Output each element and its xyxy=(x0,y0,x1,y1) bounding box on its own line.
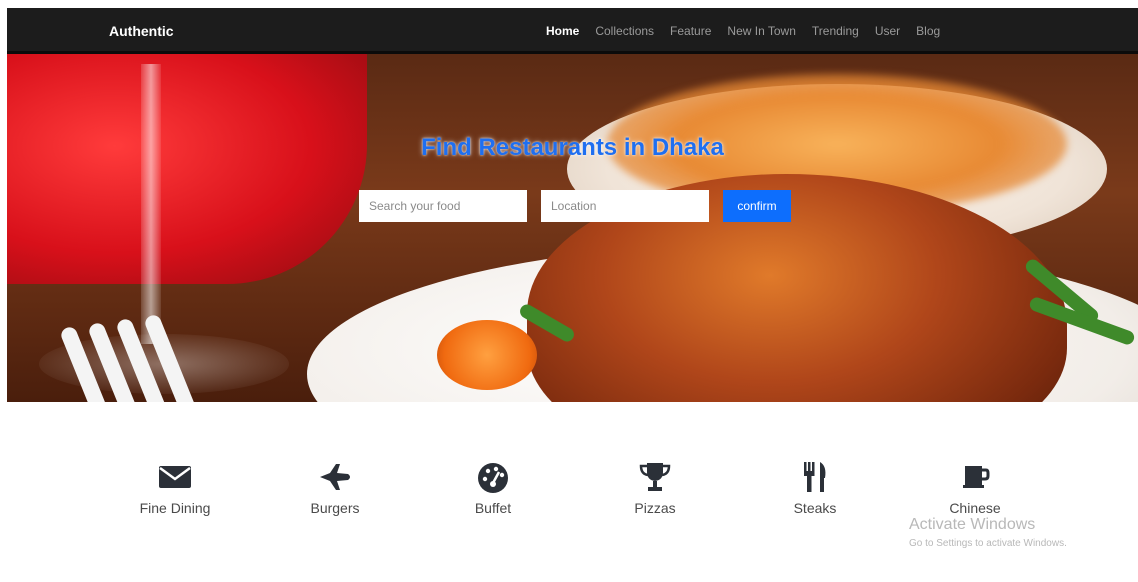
location-input[interactable] xyxy=(541,190,709,222)
hero-carrot-decor xyxy=(437,320,537,390)
nav-link-collections[interactable]: Collections xyxy=(587,8,662,54)
nav-link-home[interactable]: Home xyxy=(538,8,587,54)
category-list: Fine Dining Burgers Buffet Pizzas Steaks… xyxy=(0,402,1138,582)
plane-icon xyxy=(320,464,350,490)
category-label: Fine Dining xyxy=(139,500,211,516)
nav-links: Home Collections Feature New In Town Tre… xyxy=(538,8,948,54)
category-fine-dining[interactable]: Fine Dining xyxy=(120,458,230,516)
nav-link-feature[interactable]: Feature xyxy=(662,8,719,54)
trophy-icon xyxy=(639,463,671,491)
hero-banner: Find Restaurants in Dhaka confirm xyxy=(7,54,1138,402)
category-label: Buffet xyxy=(474,500,512,516)
navbar: Authentic Home Collections Feature New I… xyxy=(7,8,1138,54)
top-strip xyxy=(0,0,1138,8)
hero-title: Find Restaurants in Dhaka xyxy=(421,134,724,161)
utensils-icon xyxy=(804,462,826,492)
dashboard-icon xyxy=(478,463,508,493)
hero-napkin-decor xyxy=(7,54,367,284)
nav-link-trending[interactable]: Trending xyxy=(804,8,867,54)
nav-link-user[interactable]: User xyxy=(867,8,908,54)
hero-glass-decor xyxy=(141,64,161,344)
category-steaks[interactable]: Steaks xyxy=(760,458,870,516)
category-burgers[interactable]: Burgers xyxy=(280,458,390,516)
category-label: Burgers xyxy=(310,500,360,516)
category-chinese[interactable]: Chinese xyxy=(920,458,1030,516)
envelope-icon xyxy=(159,466,191,488)
category-label: Pizzas xyxy=(634,500,676,516)
confirm-button[interactable]: confirm xyxy=(723,190,791,222)
category-label: Chinese xyxy=(949,500,1001,516)
category-pizzas[interactable]: Pizzas xyxy=(600,458,710,516)
nav-link-blog[interactable]: Blog xyxy=(908,8,948,54)
mug-icon xyxy=(963,466,990,488)
brand-logo-link[interactable]: Authentic xyxy=(109,8,174,54)
category-buffet[interactable]: Buffet xyxy=(438,458,548,516)
category-label: Steaks xyxy=(793,500,837,516)
food-search-input[interactable] xyxy=(359,190,527,222)
nav-link-new-in-town[interactable]: New In Town xyxy=(719,8,803,54)
